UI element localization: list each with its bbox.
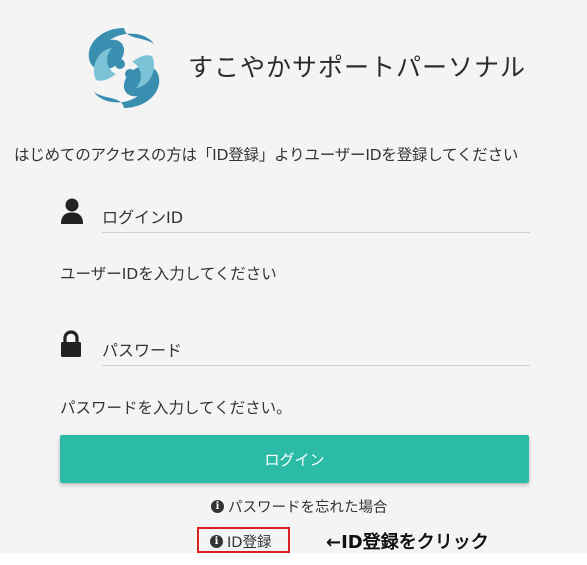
password-input[interactable] (102, 336, 530, 366)
brand-title: すこやかサポートパーソナル (188, 53, 527, 82)
register-highlight-box (197, 527, 290, 553)
user-icon (60, 197, 84, 225)
password-help: パスワードを入力してください。 (60, 399, 292, 417)
click-annotation: ←ID登録をクリック (326, 532, 489, 553)
login-id-input[interactable] (102, 203, 530, 233)
login-id-help: ユーザーIDを入力してください (60, 265, 277, 283)
forgot-password-label: パスワードを忘れた場合 (228, 500, 388, 516)
login-button[interactable]: ログイン (60, 435, 529, 483)
intro-text: はじめてのアクセスの方は「ID登録」よりユーザーIDを登録してください (14, 146, 519, 164)
brand-logo-icon (88, 28, 160, 108)
forgot-password-link[interactable]: i パスワードを忘れた場合 (211, 496, 388, 517)
lock-icon (59, 330, 83, 358)
info-circle-icon: i (211, 500, 224, 513)
